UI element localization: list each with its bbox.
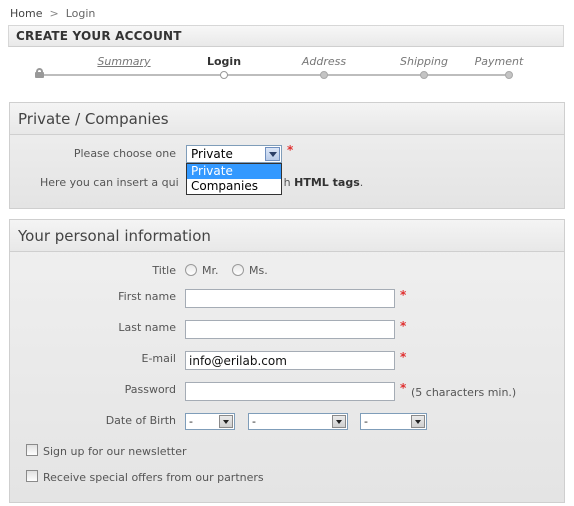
newsletter-label[interactable]: Sign up for our newsletter [43, 445, 187, 458]
breadcrumb: Home > Login [10, 7, 95, 20]
dob-day-select[interactable]: - [185, 413, 235, 430]
title-ms-label[interactable]: Ms. [249, 264, 268, 277]
breadcrumb-home-link[interactable]: Home [10, 7, 42, 20]
dob-year-value: - [364, 415, 368, 428]
private-companies-panel: Private / Companies Please choose one Pr… [9, 102, 565, 209]
customer-type-dropdown[interactable]: Private Companies [186, 163, 282, 195]
step-dot-payment [505, 71, 513, 79]
lock-icon [35, 68, 44, 78]
required-marker: * [400, 350, 407, 364]
step-shipping: Shipping [400, 55, 448, 68]
hint-text: Here you can insert a qui [40, 176, 179, 189]
password-hint: (5 characters min.) [411, 386, 517, 399]
required-marker: * [400, 319, 407, 333]
customer-type-value: Private [191, 147, 233, 161]
title-mr-label[interactable]: Mr. [202, 264, 219, 277]
dob-year-select[interactable]: - [360, 413, 427, 430]
step-address: Address [301, 55, 347, 68]
step-payment: Payment [474, 55, 524, 68]
choose-label: Please choose one [73, 147, 176, 160]
dob-label: Date of Birth [105, 414, 176, 427]
dob-month-value: - [252, 415, 256, 428]
breadcrumb-separator: > [49, 7, 59, 20]
first-name-field[interactable] [185, 289, 395, 308]
step-dot-shipping [420, 71, 428, 79]
customer-type-select[interactable]: Private [186, 145, 282, 163]
title-label: Title [152, 264, 176, 277]
chevron-down-icon[interactable] [219, 415, 233, 428]
chevron-down-icon[interactable] [411, 415, 425, 428]
page-title: CREATE YOUR ACCOUNT [16, 29, 182, 43]
hint-text-tail: h [283, 176, 291, 189]
email-field[interactable] [185, 351, 395, 370]
hint-end: . [359, 176, 364, 189]
required-marker: * [287, 143, 294, 157]
dob-month-select[interactable]: - [248, 413, 348, 430]
required-marker: * [400, 381, 407, 395]
first-name-label: First name [118, 290, 176, 303]
step-dot-login [220, 71, 228, 79]
breadcrumb-current: Login [65, 7, 96, 20]
option-private[interactable]: Private [187, 164, 281, 179]
title-mr-radio[interactable] [185, 264, 197, 276]
offers-label[interactable]: Receive special offers from our partners [43, 471, 264, 484]
step-summary[interactable]: Summary [97, 55, 150, 68]
page-header: CREATE YOUR ACCOUNT [8, 25, 564, 47]
chevron-down-icon[interactable] [265, 147, 280, 161]
password-label: Password [124, 383, 176, 396]
last-name-label: Last name [118, 321, 176, 334]
required-marker: * [400, 288, 407, 302]
step-dot-address [320, 71, 328, 79]
newsletter-checkbox[interactable] [26, 444, 38, 456]
option-companies[interactable]: Companies [187, 179, 281, 194]
personal-info-title: Your personal information [10, 220, 564, 252]
password-field[interactable] [185, 382, 395, 401]
last-name-field[interactable] [185, 320, 395, 339]
personal-info-panel: Your personal information Title Mr. Ms. … [9, 219, 565, 503]
chevron-down-icon[interactable] [332, 415, 346, 428]
dob-day-value: - [189, 415, 193, 428]
email-label: E-mail [141, 352, 177, 365]
private-companies-title: Private / Companies [10, 103, 564, 135]
title-ms-radio[interactable] [232, 264, 244, 276]
checkout-steps: Summary Login Address Shipping Payment [0, 52, 574, 86]
hint-bold: HTML tags [294, 176, 360, 189]
step-login: Login [206, 55, 242, 68]
steps-track [39, 74, 510, 76]
offers-checkbox[interactable] [26, 470, 38, 482]
